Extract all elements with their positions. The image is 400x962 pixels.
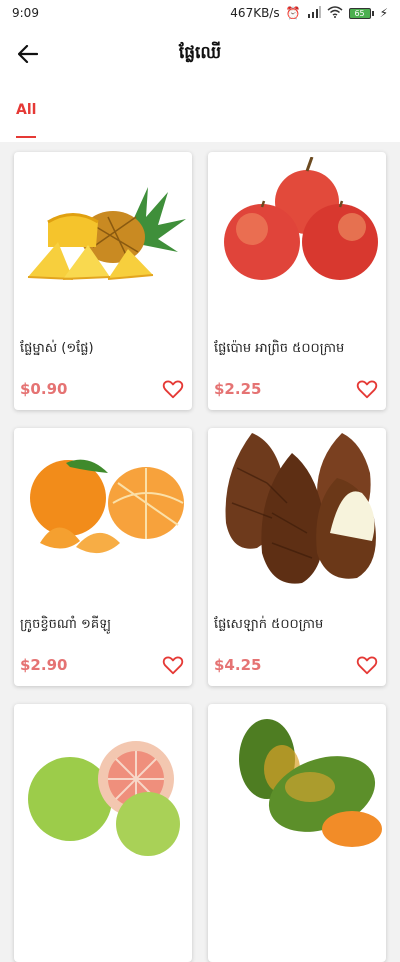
status-bar: 9:09 467KB/s ⏰ 65 ⚡ <box>0 0 400 26</box>
tangerine-image <box>14 428 192 588</box>
salak-image <box>208 428 386 588</box>
signal-icon <box>307 5 321 21</box>
network-speed: 467KB/s <box>230 6 280 20</box>
pomelo-image <box>14 704 192 864</box>
heart-icon[interactable] <box>356 654 378 676</box>
battery-level: 65 <box>348 7 371 19</box>
product-card[interactable]: ផ្លែសេឡាក់ ៥០០ក្រាម $4.25 <box>208 428 386 686</box>
product-price: $2.90 <box>20 656 68 674</box>
charging-icon: ⚡ <box>379 6 388 20</box>
product-card[interactable] <box>14 704 192 962</box>
product-card[interactable]: ផ្លែម្នាស់ (១ផ្លែ) $0.90 <box>14 152 192 410</box>
product-name: ផ្លែសេឡាក់ ៥០០ក្រាម <box>214 617 324 632</box>
heart-icon[interactable] <box>162 654 184 676</box>
tab-all[interactable]: All <box>16 102 36 118</box>
status-icons: 467KB/s ⏰ 65 ⚡ <box>230 5 388 21</box>
wifi-icon <box>327 5 343 21</box>
app-header: ផ្លែឈើ <box>0 26 400 82</box>
heart-icon[interactable] <box>162 378 184 400</box>
product-card[interactable] <box>208 704 386 962</box>
tab-indicator <box>16 136 36 138</box>
pineapple-image <box>14 152 192 312</box>
product-price: $2.25 <box>214 380 262 398</box>
product-name: ផ្លែម្នាស់ (១ផ្លែ) <box>20 341 94 356</box>
category-tabs: All <box>0 82 400 142</box>
product-card[interactable]: ផ្លែប៉ោម អាព្រិច ៥០០ក្រាម $2.25 <box>208 152 386 410</box>
product-price: $0.90 <box>20 380 68 398</box>
page-title: ផ្លែឈើ <box>178 43 222 63</box>
papaya-image <box>208 704 386 864</box>
heart-icon[interactable] <box>356 378 378 400</box>
apple-image <box>208 152 386 312</box>
battery-icon: 65 <box>348 7 374 19</box>
status-time: 9:09 <box>12 6 39 20</box>
alarm-icon: ⏰ <box>285 6 301 20</box>
product-price: $4.25 <box>214 656 262 674</box>
product-name: ផ្លែប៉ោម អាព្រិច ៥០០ក្រាម <box>214 341 345 356</box>
product-name: ក្រូចខ្វិចណាំ ១គីឡូ <box>20 617 111 632</box>
product-card[interactable]: ក្រូចខ្វិចណាំ ១គីឡូ $2.90 <box>14 428 192 686</box>
